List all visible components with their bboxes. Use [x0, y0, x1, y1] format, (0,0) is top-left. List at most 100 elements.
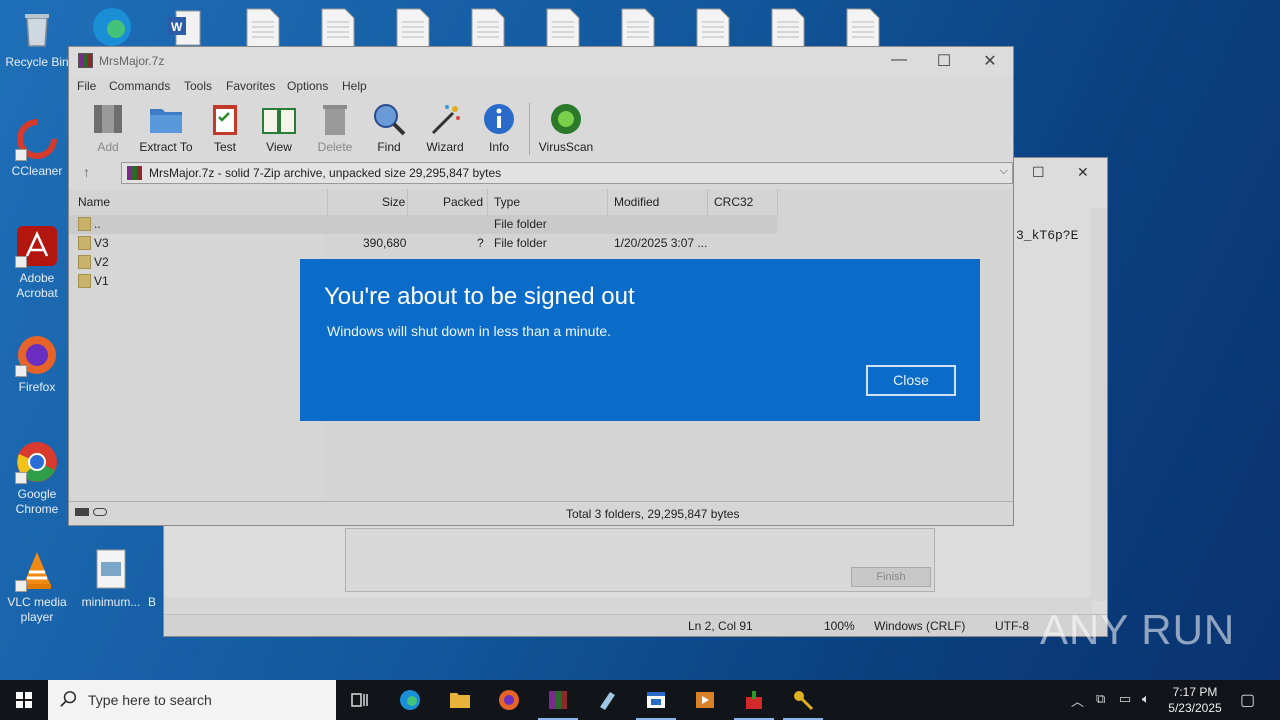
- status-bar: Total 3 folders, 29,295,847 bytes: [69, 501, 1013, 525]
- maximize-icon[interactable]: ☐: [929, 51, 959, 71]
- network-icon[interactable]: ▭: [1119, 691, 1131, 707]
- notification-icon[interactable]: ▢: [1240, 690, 1255, 710]
- address-bar[interactable]: MrsMajor.7z - solid 7-Zip archive, unpac…: [121, 162, 1013, 184]
- minimize-icon[interactable]: —: [884, 51, 914, 69]
- search-icon: [60, 691, 77, 707]
- clock-time: 7:17 PM: [1172, 685, 1218, 699]
- word-document-shortcut[interactable]: W: [148, 5, 220, 46]
- table-row[interactable]: .. File folder: [69, 215, 777, 234]
- notepad-text[interactable]: 3_kT6p?E: [1016, 228, 1078, 243]
- desktop-icon-label: Recycle Bin: [5, 55, 69, 69]
- find-button[interactable]: Find: [361, 101, 417, 154]
- desktop-icon-label: B: [147, 595, 156, 609]
- vlc-icon: [15, 548, 59, 592]
- column-name[interactable]: Name: [78, 195, 110, 209]
- close-icon[interactable]: ✕: [975, 51, 1005, 71]
- column-crc32[interactable]: CRC32: [714, 195, 753, 209]
- edge-shortcut[interactable]: [76, 5, 148, 46]
- extract-to-button[interactable]: Extract To: [138, 101, 194, 154]
- folder-icon: [78, 236, 91, 250]
- chevron-up-icon[interactable]: ︿: [1071, 691, 1084, 710]
- app-icon: [746, 691, 762, 709]
- up-folder-icon[interactable]: ↑: [83, 164, 90, 180]
- document-icon[interactable]: [321, 8, 355, 48]
- key-icon: [93, 508, 107, 516]
- column-modified[interactable]: Modified: [614, 195, 659, 209]
- folder-extract-icon: [148, 101, 184, 137]
- column-packed[interactable]: Packed: [443, 195, 483, 209]
- folder-icon: [78, 274, 91, 288]
- add-button[interactable]: Add: [80, 101, 136, 154]
- search-box[interactable]: Type here to search: [48, 680, 336, 720]
- column-size[interactable]: Size: [382, 195, 405, 209]
- ccleaner-shortcut[interactable]: CCleaner: [1, 117, 73, 179]
- menu-file[interactable]: File: [77, 79, 96, 93]
- taskbar-keys[interactable]: [779, 680, 827, 720]
- test-button[interactable]: Test: [197, 101, 253, 154]
- adobe-acrobat-shortcut[interactable]: Adobe Acrobat: [1, 224, 73, 301]
- taskbar-winrar[interactable]: [534, 680, 582, 720]
- document-icon[interactable]: [621, 8, 655, 48]
- vertical-scrollbar[interactable]: [1091, 208, 1107, 601]
- close-icon[interactable]: ✕: [1077, 164, 1089, 181]
- word-icon: W: [162, 5, 206, 49]
- firefox-shortcut[interactable]: Firefox: [1, 333, 73, 395]
- winrar-icon: [549, 691, 567, 709]
- menu-favorites[interactable]: Favorites: [226, 79, 275, 93]
- taskbar-firefox[interactable]: [485, 680, 533, 720]
- image-file-icon: [89, 548, 133, 592]
- document-icon[interactable]: [771, 8, 805, 48]
- document-icon[interactable]: [396, 8, 430, 48]
- task-view-button[interactable]: [336, 680, 384, 720]
- volume-icon[interactable]: 🔈︎: [1142, 691, 1150, 707]
- partial-desktop-item[interactable]: B: [140, 595, 164, 610]
- dialog-message: Windows will shut down in less than a mi…: [327, 323, 612, 339]
- vlc-shortcut[interactable]: VLC media player: [1, 548, 73, 625]
- info-button[interactable]: Info: [471, 101, 527, 154]
- firefox-icon: [499, 690, 519, 710]
- google-chrome-shortcut[interactable]: Google Chrome: [1, 440, 73, 517]
- document-icon[interactable]: [696, 8, 730, 48]
- recycle-bin-shortcut[interactable]: Recycle Bin: [1, 8, 73, 70]
- table-row[interactable]: V3 390,680 ? File folder 1/20/2025 3:07 …: [69, 234, 777, 253]
- document-icon[interactable]: [846, 8, 880, 48]
- virusscan-button[interactable]: VirusScan: [538, 101, 594, 154]
- chevron-down-icon[interactable]: ⌵: [1000, 165, 1008, 178]
- menu-commands[interactable]: Commands: [109, 79, 170, 93]
- wizard-button[interactable]: Wizard: [417, 101, 473, 154]
- document-icon[interactable]: [471, 8, 505, 48]
- taskbar-edge[interactable]: [386, 680, 434, 720]
- toolbar-separator: [529, 103, 530, 155]
- close-button[interactable]: Close: [866, 365, 956, 396]
- archive-icon: [127, 166, 142, 180]
- document-icon[interactable]: [546, 8, 580, 48]
- delete-button[interactable]: Delete: [307, 101, 363, 154]
- view-button[interactable]: View: [251, 101, 307, 154]
- taskbar-app[interactable]: [730, 680, 778, 720]
- menu-help[interactable]: Help: [342, 79, 367, 93]
- winrar-icon: [78, 53, 93, 68]
- title-bar[interactable]: MrsMajor.7z — ☐ ✕: [69, 47, 1013, 75]
- window-title: MrsMajor.7z: [99, 54, 165, 68]
- encoding: UTF-8: [995, 619, 1029, 633]
- column-type[interactable]: Type: [494, 195, 520, 209]
- taskbar-media[interactable]: [681, 680, 729, 720]
- finish-button[interactable]: Finish: [851, 567, 931, 587]
- toolbar: Add Extract To Test View Delete Find Wiz…: [69, 101, 1013, 157]
- menu-options[interactable]: Options: [287, 79, 328, 93]
- clock[interactable]: 7:17 PM 5/23/2025: [1160, 684, 1230, 716]
- menu-tools[interactable]: Tools: [184, 79, 212, 93]
- maximize-icon[interactable]: ☐: [1032, 164, 1045, 181]
- start-button[interactable]: [0, 680, 48, 720]
- minimum-file-shortcut[interactable]: minimum...: [75, 548, 147, 610]
- clipboard-check-icon: [207, 101, 243, 137]
- key-icon: [794, 691, 814, 711]
- edge-icon: [90, 5, 134, 49]
- taskbar-notepad[interactable]: [583, 680, 631, 720]
- taskbar-file-explorer[interactable]: [436, 680, 484, 720]
- taskbar-window[interactable]: [632, 680, 680, 720]
- document-icon[interactable]: [246, 8, 280, 48]
- horizontal-scrollbar[interactable]: [164, 597, 1092, 613]
- device-icon[interactable]: ⧉: [1096, 691, 1105, 707]
- recycle-bin-icon: [15, 8, 59, 52]
